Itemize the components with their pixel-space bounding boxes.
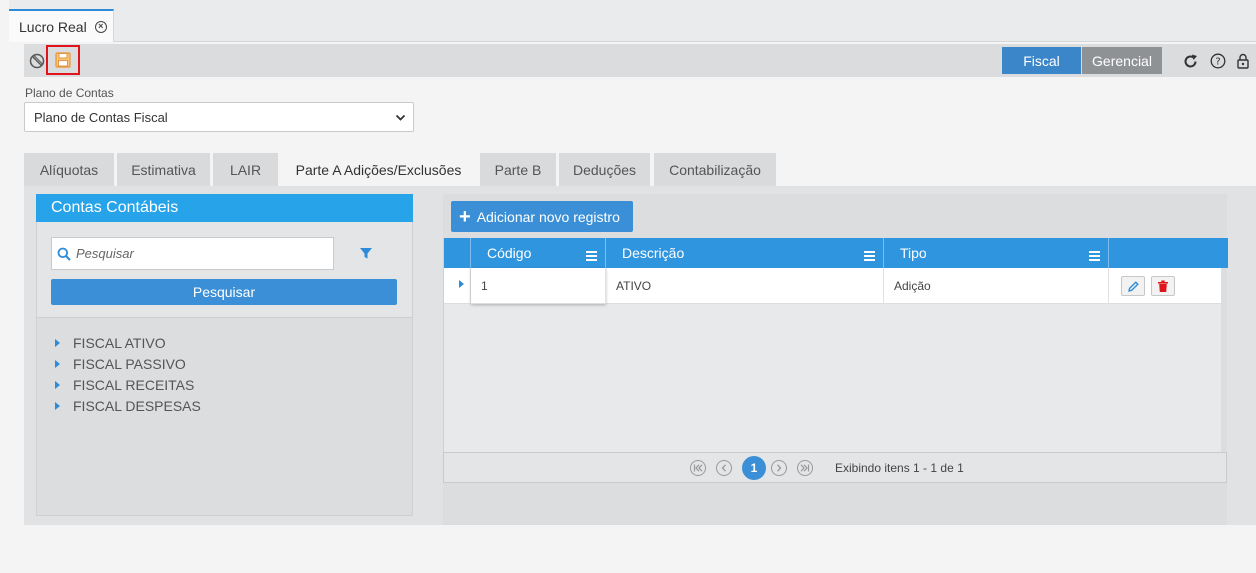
contas-contabeis-title: Contas Contábeis	[36, 194, 413, 222]
column-tipo-label: Tipo	[900, 245, 927, 261]
cancel-icon[interactable]	[29, 53, 45, 69]
document-tab-lucro-real[interactable]: Lucro Real ×	[9, 9, 114, 42]
mode-fiscal-button[interactable]: Fiscal	[1002, 47, 1081, 74]
expand-icon[interactable]	[55, 359, 60, 368]
column-menu-icon[interactable]	[864, 248, 875, 264]
contas-contabeis-panel: Contas Contábeis Pesquisar Pesquisar FIS…	[36, 194, 413, 516]
prev-page-icon[interactable]	[716, 460, 732, 476]
help-icon[interactable]: ?	[1210, 53, 1226, 69]
cell-actions	[1109, 268, 1221, 304]
search-button[interactable]: Pesquisar	[51, 279, 397, 305]
search-placeholder: Pesquisar	[76, 246, 134, 261]
close-icon[interactable]: ×	[94, 20, 107, 33]
filter-icon[interactable]	[359, 246, 373, 265]
pager: 1 Exibindo itens 1 - 1 de 1	[443, 452, 1227, 483]
plano-contas-value: Plano de Contas Fiscal	[34, 109, 168, 125]
plano-contas-label: Plano de Contas	[25, 86, 114, 100]
column-codigo[interactable]: Código	[471, 238, 606, 268]
tree-item-label: FISCAL PASSIVO	[73, 355, 186, 372]
tree-item-fiscal-despesas[interactable]: FISCAL DESPESAS	[55, 395, 201, 416]
add-record-label: Adicionar novo registro	[476, 208, 620, 225]
next-page-icon[interactable]	[771, 460, 787, 476]
document-tab-label: Lucro Real	[19, 18, 87, 35]
tab-aliquotas[interactable]: Alíquotas	[24, 153, 114, 186]
column-menu-icon[interactable]	[1089, 248, 1100, 264]
column-tipo[interactable]: Tipo	[884, 238, 1109, 268]
plano-contas-select[interactable]: Plano de Contas Fiscal	[24, 102, 414, 132]
column-menu-icon[interactable]	[586, 248, 597, 264]
edit-button[interactable]	[1121, 276, 1145, 296]
add-record-button[interactable]: + Adicionar novo registro	[451, 201, 633, 232]
tree-item-label: FISCAL DESPESAS	[73, 397, 201, 414]
mode-gerencial-button[interactable]: Gerencial	[1082, 47, 1162, 74]
tab-lair[interactable]: LAIR	[213, 153, 278, 186]
search-input[interactable]: Pesquisar	[51, 237, 334, 270]
expand-icon[interactable]	[55, 380, 60, 389]
tree-item-label: FISCAL ATIVO	[73, 334, 166, 351]
accounts-tree: FISCAL ATIVO FISCAL PASSIVO FISCAL RECEI…	[55, 332, 201, 416]
cell-codigo[interactable]: 1	[471, 268, 606, 304]
tab-parte-b[interactable]: Parte B	[480, 153, 556, 186]
plus-icon: +	[459, 205, 471, 228]
search-zone: Pesquisar Pesquisar	[37, 222, 412, 318]
grid-scrollbar[interactable]	[1221, 268, 1227, 452]
tree-item-label: FISCAL RECEITAS	[73, 376, 195, 393]
column-actions	[1109, 238, 1228, 268]
toolbar: Fiscal Gerencial ?	[24, 44, 1256, 77]
tab-deducoes[interactable]: Deduções	[559, 153, 650, 186]
expand-icon[interactable]	[55, 401, 60, 410]
pager-info: Exibindo itens 1 - 1 de 1	[835, 461, 964, 475]
tab-parte-a[interactable]: Parte A Adições/Exclusões	[280, 153, 477, 187]
expand-icon[interactable]	[55, 338, 60, 347]
document-tab-bar: Lucro Real ×	[9, 0, 1256, 42]
cell-tipo[interactable]: Adição	[884, 268, 1109, 304]
left-edge	[0, 0, 9, 573]
tree-item-fiscal-passivo[interactable]: FISCAL PASSIVO	[55, 353, 201, 374]
main-content: Fiscal Gerencial ? Plano de Contas Plano…	[9, 42, 1256, 573]
svg-text:?: ?	[1215, 57, 1220, 68]
column-descricao-label: Descrição	[622, 245, 685, 261]
save-icon	[54, 51, 72, 69]
tree-item-fiscal-ativo[interactable]: FISCAL ATIVO	[55, 332, 201, 353]
tab-content: Contas Contábeis Pesquisar Pesquisar FIS…	[24, 186, 1256, 525]
trash-icon	[1157, 280, 1169, 293]
tab-estimativa[interactable]: Estimativa	[117, 153, 210, 186]
delete-button[interactable]	[1151, 276, 1175, 296]
records-grid: Código Descrição Tipo 1 ATIVO Adição	[443, 238, 1228, 452]
search-icon	[57, 247, 71, 264]
chevron-down-icon	[395, 111, 406, 126]
column-descricao[interactable]: Descrição	[606, 238, 884, 268]
expand-row-icon[interactable]	[459, 280, 464, 288]
last-page-icon[interactable]	[797, 460, 813, 476]
row-expand-cell[interactable]	[444, 268, 471, 304]
first-page-icon[interactable]	[690, 460, 706, 476]
tree-item-fiscal-receitas[interactable]: FISCAL RECEITAS	[55, 374, 201, 395]
header-expand-col	[444, 238, 471, 268]
current-page[interactable]: 1	[742, 456, 766, 480]
table-row[interactable]: 1 ATIVO Adição	[444, 268, 1221, 304]
registros-panel: + Adicionar novo registro Código Descriç…	[443, 194, 1228, 525]
column-codigo-label: Código	[487, 245, 532, 261]
grid-header: Código Descrição Tipo	[444, 238, 1228, 268]
lock-icon[interactable]	[1236, 53, 1252, 69]
save-button[interactable]	[46, 45, 80, 75]
cell-descricao[interactable]: ATIVO	[606, 268, 884, 304]
refresh-icon[interactable]	[1182, 53, 1198, 69]
pencil-icon	[1127, 280, 1140, 293]
tab-contabilizacao[interactable]: Contabilização	[654, 153, 776, 186]
